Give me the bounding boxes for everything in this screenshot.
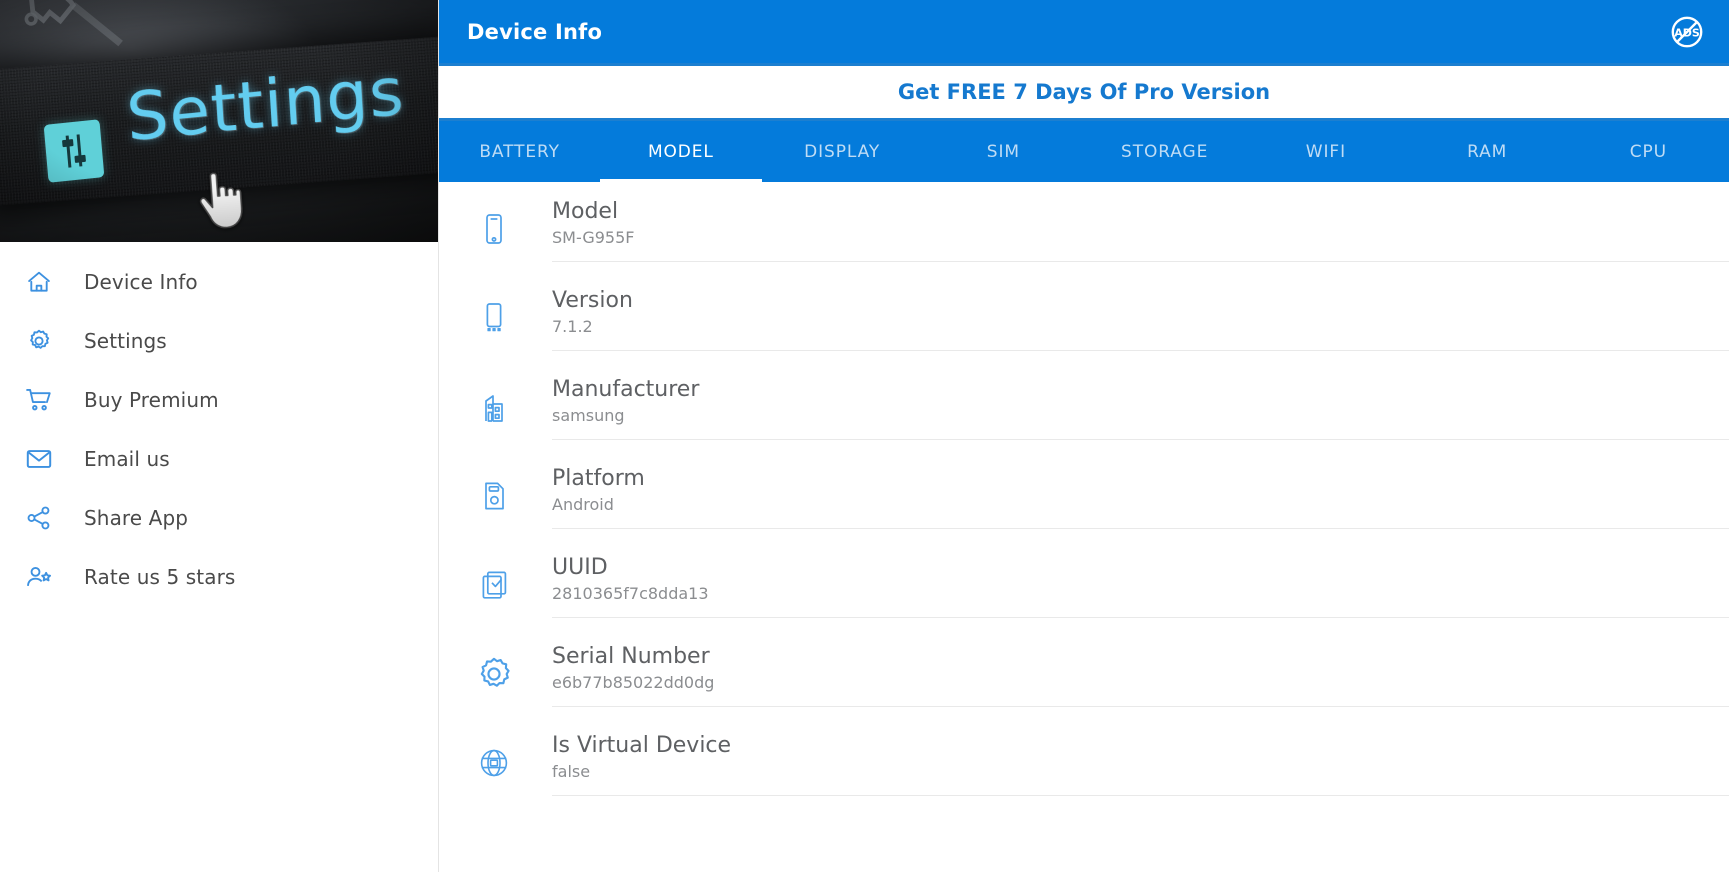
tab-label: RAM [1467, 142, 1507, 162]
no-ads-icon[interactable]: ADS [1669, 14, 1705, 50]
tab-model[interactable]: MODEL [600, 121, 761, 182]
tab-label: DISPLAY [804, 142, 880, 162]
envelope-icon [22, 442, 56, 476]
info-row-value: 7.1.2 [552, 318, 1729, 336]
main-panel: Device Info ADS Get FREE 7 Days Of Pro V… [439, 0, 1729, 872]
info-row-title: Manufacturer [552, 378, 1729, 403]
phone-keypad-icon [467, 291, 521, 345]
info-row-body: Model SM-G955F [552, 200, 1729, 262]
globe-icon [467, 736, 521, 790]
info-row-value: SM-G955F [552, 229, 1729, 247]
info-row-body: Is Virtual Device false [552, 734, 1729, 796]
sidebar-item-buy-premium[interactable]: Buy Premium [0, 370, 438, 429]
tab-display[interactable]: DISPLAY [762, 121, 923, 182]
tab-label: CPU [1630, 142, 1667, 162]
sd-card-icon [467, 469, 521, 523]
info-row-platform: Platform Android [467, 453, 1729, 542]
info-row-title: UUID [552, 556, 1729, 581]
info-row-title: Is Virtual Device [552, 734, 1729, 759]
app-root: Settings Device Info [0, 0, 1729, 872]
info-row-title: Platform [552, 467, 1729, 492]
info-row-version: Version 7.1.2 [467, 275, 1729, 364]
sidebar-item-label: Rate us 5 stars [84, 565, 235, 589]
wrench-icon [4, 0, 136, 110]
info-row-body: Serial Number e6b77b85022dd0dg [552, 645, 1729, 707]
tab-label: SIM [987, 142, 1020, 162]
promo-banner[interactable]: Get FREE 7 Days Of Pro Version [439, 63, 1729, 121]
sidebar-item-label: Settings [84, 329, 167, 353]
info-row-manufacturer: Manufacturer samsung [467, 364, 1729, 453]
sidebar-nav: Device Info Settings [0, 242, 438, 606]
info-row-uuid: UUID 2810365f7c8dda13 [467, 542, 1729, 631]
tab-storage[interactable]: STORAGE [1084, 121, 1245, 182]
info-row-is-virtual-device: Is Virtual Device false [467, 720, 1729, 809]
sidebar-item-settings[interactable]: Settings [0, 311, 438, 370]
tab-ram[interactable]: RAM [1407, 121, 1568, 182]
tab-label: MODEL [648, 142, 714, 162]
tab-bar: BATTERY MODEL DISPLAY SIM STORAGE WIFI R… [439, 121, 1729, 182]
factory-icon [467, 380, 521, 434]
sidebar-item-email-us[interactable]: Email us [0, 429, 438, 488]
sidebar-header-image: Settings [0, 0, 438, 242]
info-row-body: Version 7.1.2 [552, 289, 1729, 351]
sidebar-item-rate-us[interactable]: Rate us 5 stars [0, 547, 438, 606]
gear-icon [467, 647, 521, 701]
hand-cursor-icon [194, 166, 244, 231]
info-row-title: Version [552, 289, 1729, 314]
checked-documents-icon [467, 558, 521, 612]
sidebar: Settings Device Info [0, 0, 439, 872]
sidebar-item-label: Buy Premium [84, 388, 219, 412]
info-row-title: Serial Number [552, 645, 1729, 670]
info-list: Model SM-G955F Version 7.1.2 [439, 182, 1729, 872]
share-icon [22, 501, 56, 535]
svg-text:ADS: ADS [1674, 26, 1700, 39]
info-row-model: Model SM-G955F [467, 186, 1729, 275]
sidebar-item-label: Device Info [84, 270, 198, 294]
sidebar-item-share-app[interactable]: Share App [0, 488, 438, 547]
info-row-value: samsung [552, 407, 1729, 425]
top-app-bar: Device Info ADS [439, 0, 1729, 63]
tab-sim[interactable]: SIM [923, 121, 1084, 182]
tab-battery[interactable]: BATTERY [439, 121, 600, 182]
info-row-value: e6b77b85022dd0dg [552, 674, 1729, 692]
info-row-value: Android [552, 496, 1729, 514]
info-row-value: 2810365f7c8dda13 [552, 585, 1729, 603]
phone-icon [467, 202, 521, 256]
hero-sliders-icon [44, 119, 105, 183]
person-star-icon [22, 560, 56, 594]
tab-wifi[interactable]: WIFI [1245, 121, 1406, 182]
info-row-body: UUID 2810365f7c8dda13 [552, 556, 1729, 618]
info-row-serial-number: Serial Number e6b77b85022dd0dg [467, 631, 1729, 720]
cart-icon [22, 383, 56, 417]
sidebar-item-device-info[interactable]: Device Info [0, 252, 438, 311]
sidebar-item-label: Share App [84, 506, 188, 530]
tab-cpu[interactable]: CPU [1568, 121, 1729, 182]
info-row-body: Manufacturer samsung [552, 378, 1729, 440]
tab-label: STORAGE [1121, 142, 1208, 162]
tab-label: BATTERY [479, 142, 560, 162]
tab-label: WIFI [1306, 142, 1346, 162]
info-row-body: Platform Android [552, 467, 1729, 529]
gear-icon [22, 324, 56, 358]
info-row-value: false [552, 763, 1729, 781]
home-icon [22, 265, 56, 299]
sidebar-item-label: Email us [84, 447, 170, 471]
page-title: Device Info [467, 20, 602, 44]
info-row-title: Model [552, 200, 1729, 225]
promo-label: Get FREE 7 Days Of Pro Version [898, 80, 1270, 104]
